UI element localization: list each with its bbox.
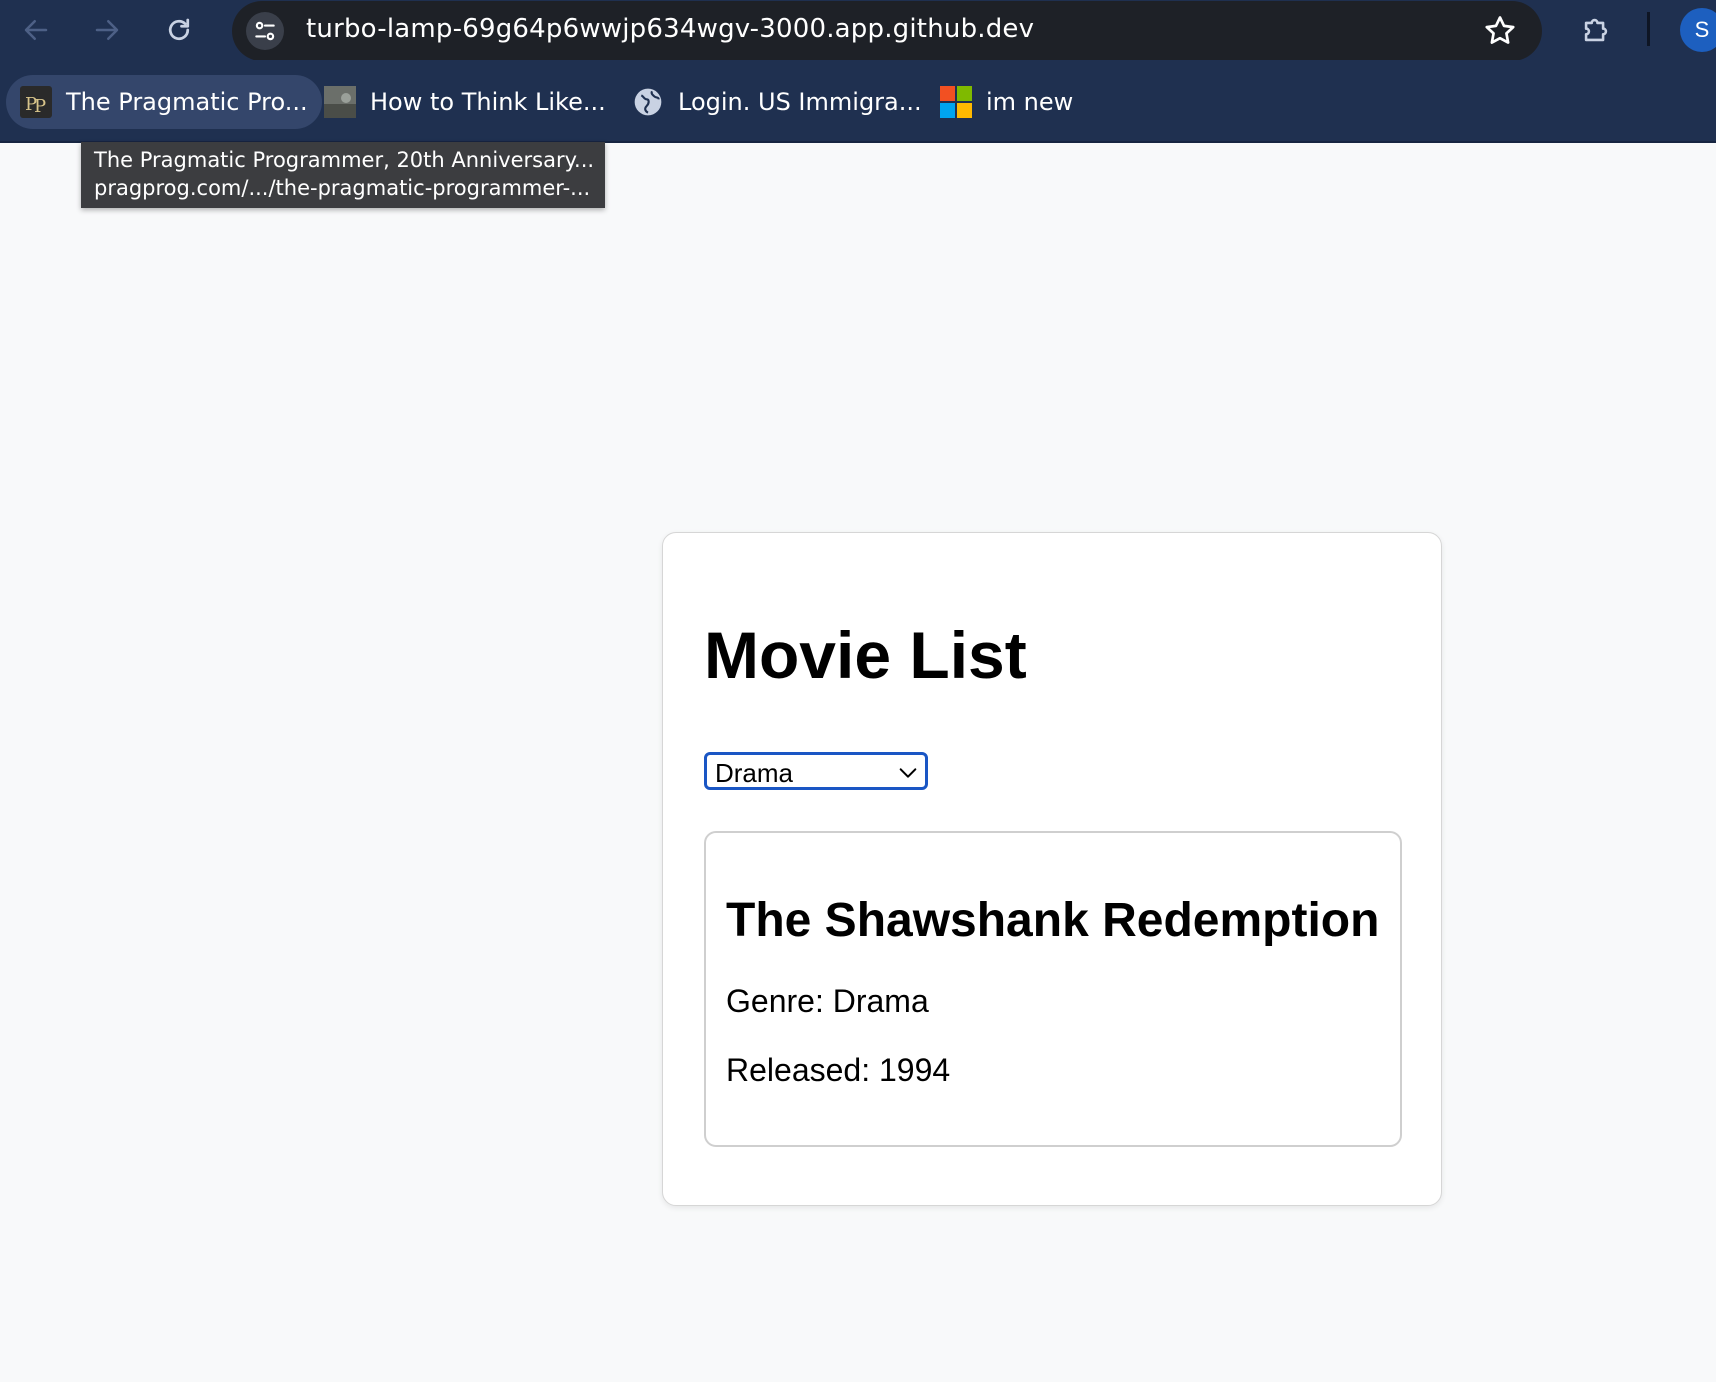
site-info-button[interactable] <box>246 12 284 50</box>
svg-text:P: P <box>34 96 46 117</box>
movie-genre: Genre: Drama <box>726 983 929 1019</box>
tooltip-title: The Pragmatic Programmer, 20th Anniversa… <box>94 148 595 172</box>
bookmark-label: The Pragmatic Pro... <box>66 88 308 116</box>
back-button[interactable] <box>12 6 60 54</box>
bookmarks-bar: PP The Pragmatic Pro... How to Think Lik… <box>0 60 1716 143</box>
microsoft-logo-icon <box>940 86 972 118</box>
puzzle-icon <box>1584 18 1608 42</box>
bookmark-us-immigration-login[interactable]: Login. US Immigra... <box>618 75 936 129</box>
bookmark-label: Login. US Immigra... <box>678 88 922 116</box>
bookmark-im-new[interactable]: im new <box>926 75 1087 129</box>
bookmark-star-icon[interactable] <box>1482 13 1518 49</box>
url-text[interactable]: turbo-lamp-69g64p6wwjp634wgv-3000.app.gi… <box>306 14 1034 44</box>
reload-icon <box>168 18 190 41</box>
page-title: Movie List <box>704 618 1027 692</box>
arrow-right-icon <box>95 20 119 40</box>
profile-avatar[interactable]: S <box>1680 8 1716 52</box>
genre-select-value: Drama <box>715 758 794 788</box>
bookmark-tooltip: The Pragmatic Programmer, 20th Anniversa… <box>81 142 605 208</box>
extensions-button[interactable] <box>1572 6 1620 54</box>
bookmark-label: im new <box>986 88 1074 116</box>
genre-select[interactable]: Drama <box>704 752 928 790</box>
reload-button[interactable] <box>155 6 203 54</box>
movie-release-year: Released: 1994 <box>726 1052 951 1088</box>
bookmark-pragmatic-programmer[interactable]: PP The Pragmatic Pro... <box>6 75 322 129</box>
arrow-left-icon <box>24 20 48 40</box>
tune-icon <box>255 21 275 41</box>
movie-title: The Shawshank Redemption <box>726 894 1380 947</box>
pragprog-logo-icon: PP <box>20 86 52 118</box>
forward-button[interactable] <box>83 6 131 54</box>
browser-toolbar: turbo-lamp-69g64p6wwjp634wgv-3000.app.gi… <box>0 0 1716 61</box>
movie-list-card: Movie List Drama The Shawshank Redemptio… <box>662 532 1442 1206</box>
bookmark-label: How to Think Like... <box>370 88 606 116</box>
globe-icon <box>634 88 662 116</box>
thumbnail-image-icon <box>324 86 356 118</box>
chevron-down-icon <box>899 768 917 778</box>
tooltip-url: pragprog.com/.../the-pragmatic-programme… <box>94 176 591 200</box>
bookmark-how-to-think[interactable]: How to Think Like... <box>310 75 620 129</box>
toolbar-divider <box>1647 12 1650 46</box>
movie-item: The Shawshank Redemption Genre: Drama Re… <box>704 831 1402 1147</box>
address-bar[interactable]: turbo-lamp-69g64p6wwjp634wgv-3000.app.gi… <box>232 1 1542 61</box>
